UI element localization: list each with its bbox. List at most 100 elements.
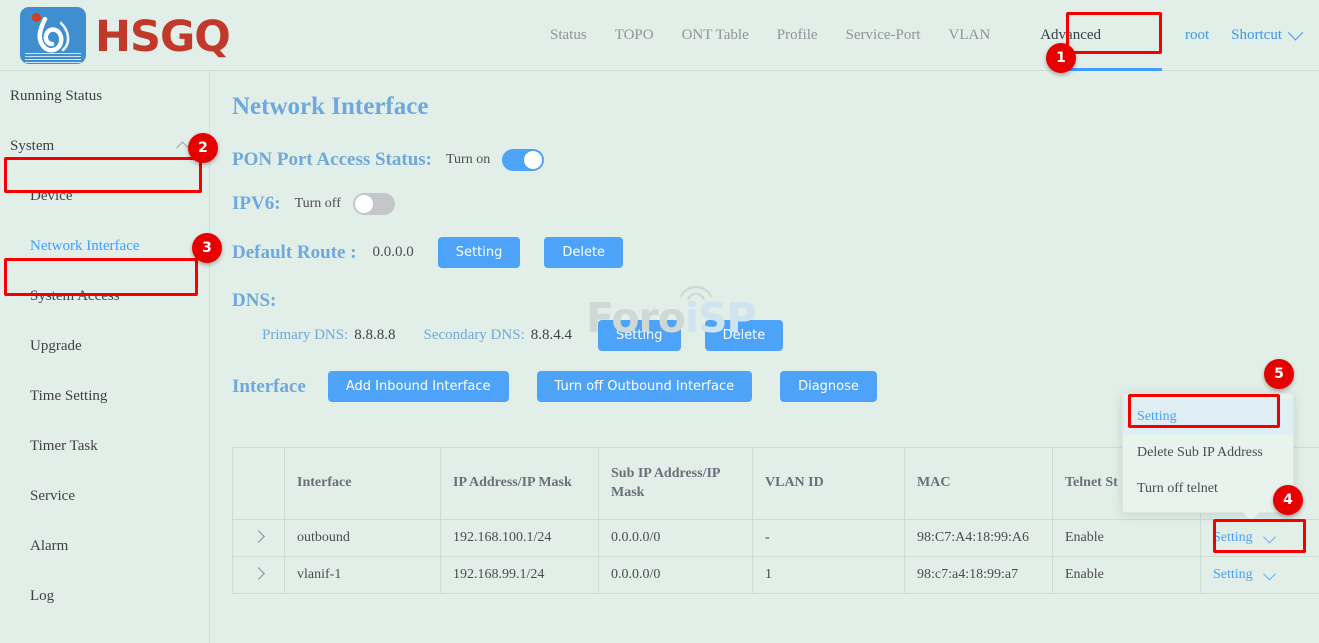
row-setting-label: Setting	[1213, 567, 1253, 583]
sidebar-item-timer-task[interactable]: Timer Task	[0, 421, 209, 471]
sidebar-item-label: Log	[30, 588, 54, 605]
row-ip-mask: 192.168.99.1/24	[441, 557, 599, 594]
operate-dropdown-menu: Setting Delete Sub IP Address Turn off t…	[1122, 393, 1294, 513]
annotation-step-5: 5	[1264, 359, 1294, 389]
default-route-row: Default Route : 0.0.0.0 Setting Delete	[232, 237, 1319, 268]
interface-label: Interface	[232, 376, 306, 398]
row-interface: vlanif-1	[285, 557, 441, 594]
nav-item-ont-table[interactable]: ONT Table	[682, 27, 749, 44]
toggle-knob	[524, 151, 542, 169]
ipv6-row: IPV6: Turn off	[232, 193, 1319, 215]
top-bar: HSGQ Status TOPO ONT Table Profile Servi…	[0, 0, 1319, 71]
sidebar-item-upgrade[interactable]: Upgrade	[0, 321, 209, 371]
sidebar-item-label: Service	[30, 488, 75, 505]
sidebar-item-system[interactable]: System	[0, 121, 209, 171]
dropdown-item-delete-sub-ip-address[interactable]: Delete Sub IP Address	[1123, 435, 1293, 471]
nav-item-vlan[interactable]: VLAN	[949, 27, 991, 44]
sidebar-item-label: Timer Task	[30, 438, 98, 455]
pon-toggle[interactable]	[502, 149, 544, 171]
user-name[interactable]: root	[1185, 27, 1209, 44]
row-setting-dropdown-trigger[interactable]: Setting	[1213, 520, 1307, 556]
page-title: Network Interface	[232, 93, 1319, 121]
chevron-up-icon	[176, 141, 189, 154]
sidebar-item-system-access[interactable]: System Access	[0, 271, 209, 321]
logo-swirl-icon	[31, 17, 75, 53]
dns-delete-button[interactable]: Delete	[705, 320, 784, 351]
row-operate-cell[interactable]: Setting	[1201, 520, 1319, 557]
nav-item-service-port[interactable]: Service-Port	[846, 27, 921, 44]
user-area: root Shortcut	[1185, 0, 1301, 70]
row-expander-cell[interactable]	[233, 557, 285, 594]
chevron-down-icon	[1263, 530, 1276, 543]
dns-setting-button[interactable]: Setting	[598, 320, 681, 351]
ipv6-toggle[interactable]	[353, 193, 395, 215]
dns-label: DNS:	[232, 290, 276, 312]
diagnose-button[interactable]: Diagnose	[780, 371, 877, 402]
app-root: HSGQ Status TOPO ONT Table Profile Servi…	[0, 0, 1319, 643]
row-setting-label: Setting	[1213, 530, 1253, 546]
secondary-dns-label: Secondary DNS:	[424, 327, 525, 344]
default-route-label: Default Route :	[232, 242, 357, 264]
table-row: vlanif-1 192.168.99.1/24 0.0.0.0/0 1 98:…	[233, 557, 1319, 594]
sidebar-item-label: System Access	[30, 288, 120, 305]
sidebar: Running Status System Device Network Int…	[0, 71, 210, 643]
sidebar-item-label: Device	[30, 188, 72, 205]
table-header-mac: MAC	[905, 448, 1053, 520]
default-route-delete-button[interactable]: Delete	[544, 237, 623, 268]
dns-heading-row: DNS:	[232, 290, 1319, 312]
nav-item-topo[interactable]: TOPO	[615, 27, 654, 44]
row-expander-cell[interactable]	[233, 520, 285, 557]
secondary-dns-value: 8.8.4.4	[531, 327, 572, 344]
chevron-right-icon[interactable]	[252, 567, 265, 580]
sidebar-item-alarm[interactable]: Alarm	[0, 521, 209, 571]
sidebar-item-network-interface[interactable]: Network Interface	[0, 221, 209, 271]
row-ip-mask: 192.168.100.1/24	[441, 520, 599, 557]
dropdown-item-turn-off-telnet[interactable]: Turn off telnet	[1123, 471, 1293, 507]
pon-status-label: PON Port Access Status:	[232, 149, 432, 171]
top-navigation: Status TOPO ONT Table Profile Service-Po…	[550, 0, 1101, 70]
annotation-step-2: 2	[188, 133, 218, 163]
sidebar-item-label: Network Interface	[30, 238, 140, 255]
ipv6-state-text: Turn off	[295, 196, 341, 212]
brand-logo[interactable]: HSGQ	[20, 7, 230, 64]
default-route-setting-button[interactable]: Setting	[438, 237, 521, 268]
annotation-step-1: 1	[1046, 43, 1076, 73]
sidebar-item-log[interactable]: Log	[0, 571, 209, 621]
row-setting-dropdown-trigger[interactable]: Setting	[1213, 557, 1307, 593]
sidebar-item-label: Upgrade	[30, 338, 82, 355]
shortcut-label: Shortcut	[1231, 27, 1282, 44]
dropdown-item-setting[interactable]: Setting	[1123, 399, 1293, 435]
nav-item-status[interactable]: Status	[550, 27, 587, 44]
dns-values-row: Primary DNS: 8.8.8.8 Secondary DNS: 8.8.…	[262, 320, 1319, 351]
table-row: outbound 192.168.100.1/24 0.0.0.0/0 - 98…	[233, 520, 1319, 557]
chevron-right-icon[interactable]	[252, 530, 265, 543]
chevron-down-icon	[1288, 24, 1304, 40]
chevron-down-icon	[1263, 567, 1276, 580]
add-inbound-interface-button[interactable]: Add Inbound Interface	[328, 371, 509, 402]
row-vlan-id: 1	[753, 557, 905, 594]
primary-dns-label: Primary DNS:	[262, 327, 348, 344]
sidebar-item-time-setting[interactable]: Time Setting	[0, 371, 209, 421]
nav-item-profile[interactable]: Profile	[777, 27, 818, 44]
table-header-vlan-id: VLAN ID	[753, 448, 905, 520]
table-header-expand	[233, 448, 285, 520]
row-mac: 98:c7:a4:18:99:a7	[905, 557, 1053, 594]
row-operate-cell[interactable]: Setting	[1201, 557, 1319, 594]
turn-off-outbound-interface-button[interactable]: Turn off Outbound Interface	[537, 371, 753, 402]
row-telnet: Enable	[1053, 520, 1201, 557]
row-vlan-id: -	[753, 520, 905, 557]
table-header-ip-mask: IP Address/IP Mask	[441, 448, 599, 520]
sidebar-item-label: Running Status	[10, 88, 102, 105]
table-header-sub-ip-mask: Sub IP Address/IP Mask	[599, 448, 753, 520]
nav-item-advanced[interactable]: Advanced	[1040, 27, 1101, 44]
pon-state-text: Turn on	[446, 152, 490, 168]
row-sub-ip-mask: 0.0.0.0/0	[599, 557, 753, 594]
primary-dns-value: 8.8.8.8	[354, 327, 395, 344]
shortcut-menu[interactable]: Shortcut	[1231, 27, 1301, 44]
sidebar-item-service[interactable]: Service	[0, 471, 209, 521]
sidebar-item-device[interactable]: Device	[0, 171, 209, 221]
logo-stripes	[25, 51, 81, 61]
row-telnet: Enable	[1053, 557, 1201, 594]
sidebar-item-running-status[interactable]: Running Status	[0, 71, 209, 121]
pon-status-row: PON Port Access Status: Turn on	[232, 149, 1319, 171]
